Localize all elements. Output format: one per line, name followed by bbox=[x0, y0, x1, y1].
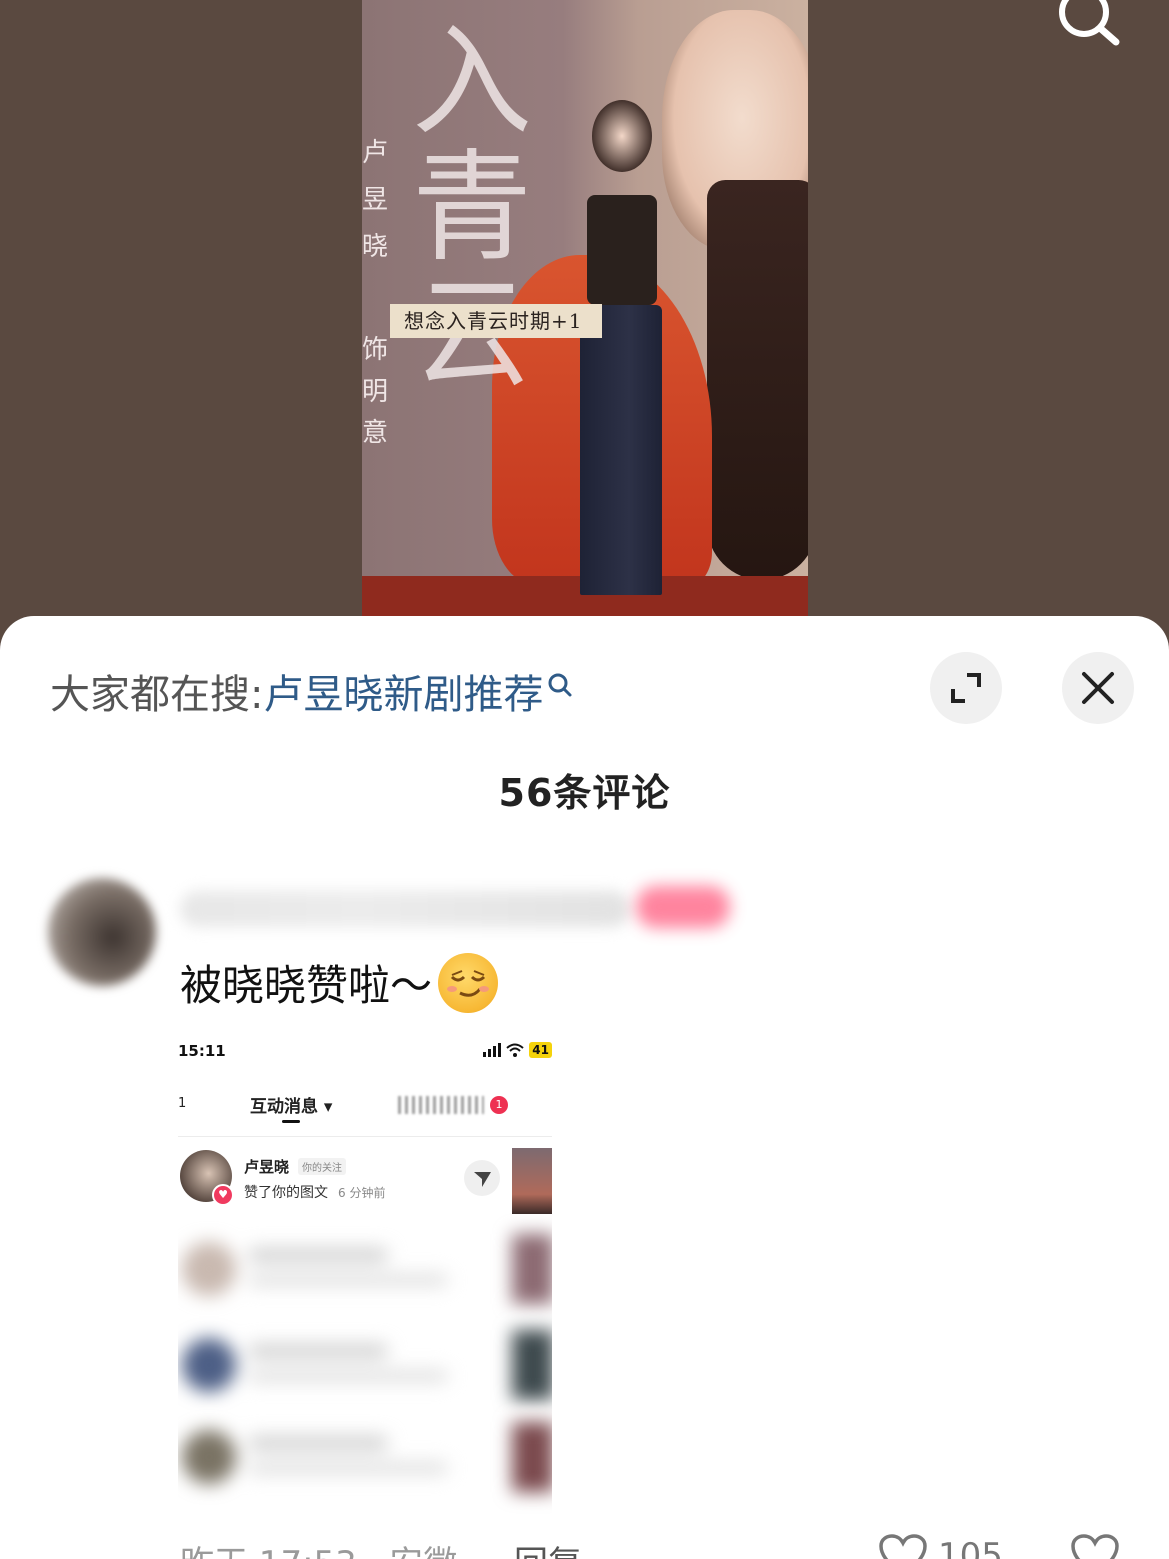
screen: 入青云 卢昱晓 饰 明意 想念入青云时期+1 大家都在搜: 卢昱晓新剧推荐 bbox=[0, 0, 1169, 1559]
embedded-row-redacted bbox=[178, 1422, 552, 1502]
expand-button[interactable] bbox=[930, 652, 1002, 724]
hot-search-keyword[interactable]: 卢昱晓新剧推荐 bbox=[263, 662, 543, 720]
post-image[interactable]: 入青云 卢昱晓 饰 明意 想念入青云时期+1 bbox=[362, 0, 808, 616]
comment-text: 被晓晓赞啦～ bbox=[180, 961, 433, 1010]
redacted-avatar bbox=[182, 1242, 236, 1296]
embedded-notification-time: 6 分钟前 bbox=[338, 1186, 386, 1200]
redacted-line bbox=[248, 1370, 448, 1382]
comment-count-title: 56条评论 bbox=[498, 771, 671, 815]
embedded-status-time: 15:11 bbox=[178, 1042, 226, 1060]
embedded-status-icons: 41 bbox=[483, 1042, 552, 1058]
embedded-status-bar: 15:11 41 bbox=[178, 1042, 552, 1066]
poster-credit-role-prefix: 饰 bbox=[362, 335, 389, 365]
embedded-notification-tag: 你的关注 bbox=[298, 1158, 346, 1175]
embedded-tab-interactions: 互动消息 ▾ bbox=[250, 1097, 333, 1117]
close-button[interactable] bbox=[1062, 652, 1134, 724]
embedded-post-thumbnail bbox=[512, 1148, 552, 1214]
search-icon bbox=[547, 666, 573, 697]
redacted-avatar bbox=[182, 1430, 236, 1484]
heart-icon: ♥ bbox=[212, 1184, 234, 1206]
redacted-line bbox=[248, 1344, 388, 1358]
wifi-icon bbox=[506, 1043, 524, 1057]
embedded-divider bbox=[178, 1136, 552, 1137]
redacted-line bbox=[248, 1248, 388, 1262]
avatar[interactable] bbox=[48, 878, 156, 986]
subject-head bbox=[592, 100, 652, 172]
subject-legs bbox=[580, 305, 662, 595]
signal-icon bbox=[483, 1043, 502, 1057]
comment-sheet: 大家都在搜: 卢昱晓新剧推荐 56条评论 被晓晓赞啦～ 15:11 41 1 互… bbox=[0, 616, 1169, 1559]
image-sticker-text: 想念入青云时期+1 bbox=[390, 304, 602, 338]
embedded-notification-name: 卢昱晓 bbox=[244, 1158, 290, 1176]
redacted-line bbox=[248, 1462, 448, 1474]
embedded-row-redacted bbox=[178, 1234, 552, 1314]
redacted-avatar bbox=[182, 1338, 236, 1392]
embedded-tab-lead-count: 1 bbox=[178, 1096, 187, 1111]
dislike-icon bbox=[1071, 1534, 1119, 1559]
comment-body[interactable]: 被晓晓赞啦～ bbox=[180, 952, 499, 1013]
reply-button[interactable]: 回复 bbox=[514, 1536, 582, 1559]
poster-portrait-hair bbox=[707, 180, 808, 580]
embedded-tabs: 1 互动消息 ▾ 1 bbox=[178, 1092, 552, 1123]
poster-credit-role: 饰 明意 bbox=[362, 330, 390, 455]
send-icon bbox=[464, 1160, 500, 1196]
embedded-tab-redacted bbox=[398, 1096, 484, 1114]
poster-title-calligraphy: 入青云 bbox=[412, 13, 532, 398]
redaction-stroke bbox=[178, 1514, 552, 1534]
poster-credit-name: 卢昱晓 bbox=[362, 138, 389, 262]
comment-meta: 昨天 17:53 · 安徽 bbox=[180, 1536, 457, 1559]
redacted-line bbox=[248, 1274, 448, 1286]
redacted-thumbnail bbox=[512, 1234, 552, 1304]
embedded-notification-row: ♥ 卢昱晓 你的关注 赞了你的图文 6 分钟前 bbox=[178, 1148, 552, 1214]
search-icon[interactable] bbox=[1052, 0, 1122, 46]
comment-image[interactable]: 15:11 41 1 互动消息 ▾ 1 ♥ 卢昱晓 你的关注 赞了你的图文 6 … bbox=[178, 1034, 552, 1534]
smirk-emoji-icon bbox=[438, 952, 499, 1013]
redacted-line bbox=[248, 1436, 388, 1450]
embedded-battery: 41 bbox=[529, 1042, 552, 1058]
redacted-thumbnail bbox=[512, 1422, 552, 1492]
hot-search-prefix: 大家都在搜: bbox=[50, 672, 264, 718]
embedded-tab-label: 互动消息 bbox=[250, 1097, 318, 1117]
expand-icon bbox=[951, 673, 981, 703]
subject-torso bbox=[587, 195, 657, 305]
dislike-button[interactable] bbox=[1070, 1534, 1120, 1559]
photo-subject bbox=[572, 100, 662, 605]
poster-credit-character: 明意 bbox=[362, 376, 389, 449]
close-icon bbox=[1082, 672, 1114, 704]
embedded-tab-underline bbox=[282, 1120, 300, 1123]
username-redacted[interactable] bbox=[180, 891, 630, 927]
embedded-notification-action: 赞了你的图文 bbox=[244, 1185, 328, 1201]
like-button[interactable]: 105 bbox=[878, 1534, 1003, 1559]
like-count: 105 bbox=[938, 1536, 1003, 1559]
hot-search-bar[interactable]: 大家都在搜: 卢昱晓新剧推荐 bbox=[50, 662, 573, 720]
embedded-row-redacted bbox=[178, 1330, 552, 1410]
embedded-tab-badge: 1 bbox=[490, 1096, 508, 1114]
heart-outline-icon bbox=[879, 1534, 927, 1559]
redacted-thumbnail bbox=[512, 1330, 552, 1400]
user-badge-redacted bbox=[636, 886, 730, 928]
